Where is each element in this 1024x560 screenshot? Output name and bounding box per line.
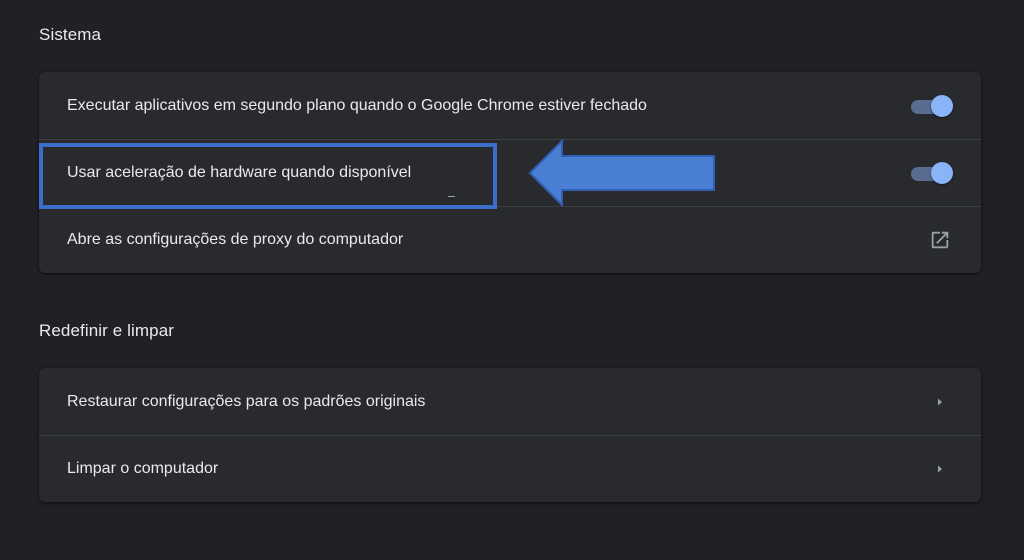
setting-label: Restaurar configurações para os padrões … xyxy=(67,392,426,410)
setting-row-clean-computer[interactable]: Limpar o computador xyxy=(39,435,981,502)
toggle-knob xyxy=(931,94,953,117)
redefinir-card: Restaurar configurações para os padrões … xyxy=(39,368,981,502)
setting-row-hardware-acceleration[interactable]: Usar aceleração de hardware quando dispo… xyxy=(39,139,981,206)
background-apps-toggle[interactable] xyxy=(909,94,953,118)
text-cursor-mark xyxy=(448,196,455,197)
chevron-right-icon[interactable] xyxy=(927,456,953,482)
setting-label: Limpar o computador xyxy=(67,460,219,477)
chevron-right-icon[interactable] xyxy=(927,389,953,415)
external-link-icon[interactable] xyxy=(927,227,953,253)
setting-row-background-apps[interactable]: Executar aplicativos em segundo plano qu… xyxy=(39,72,981,139)
setting-row-proxy[interactable]: Abre as configurações de proxy do comput… xyxy=(39,206,981,273)
setting-row-restore-defaults[interactable]: Restaurar configurações para os padrões … xyxy=(39,368,981,435)
setting-label: Executar aplicativos em segundo plano qu… xyxy=(67,96,647,114)
toggle-knob xyxy=(931,162,953,184)
section-title-sistema: Sistema xyxy=(39,25,102,44)
sistema-card: Executar aplicativos em segundo plano qu… xyxy=(39,72,981,273)
setting-label: Usar aceleração de hardware quando dispo… xyxy=(67,164,412,181)
hardware-acceleration-toggle[interactable] xyxy=(909,161,953,185)
section-title-redefinir: Redefinir e limpar xyxy=(39,321,175,340)
setting-label: Abre as configurações de proxy do comput… xyxy=(67,231,404,248)
